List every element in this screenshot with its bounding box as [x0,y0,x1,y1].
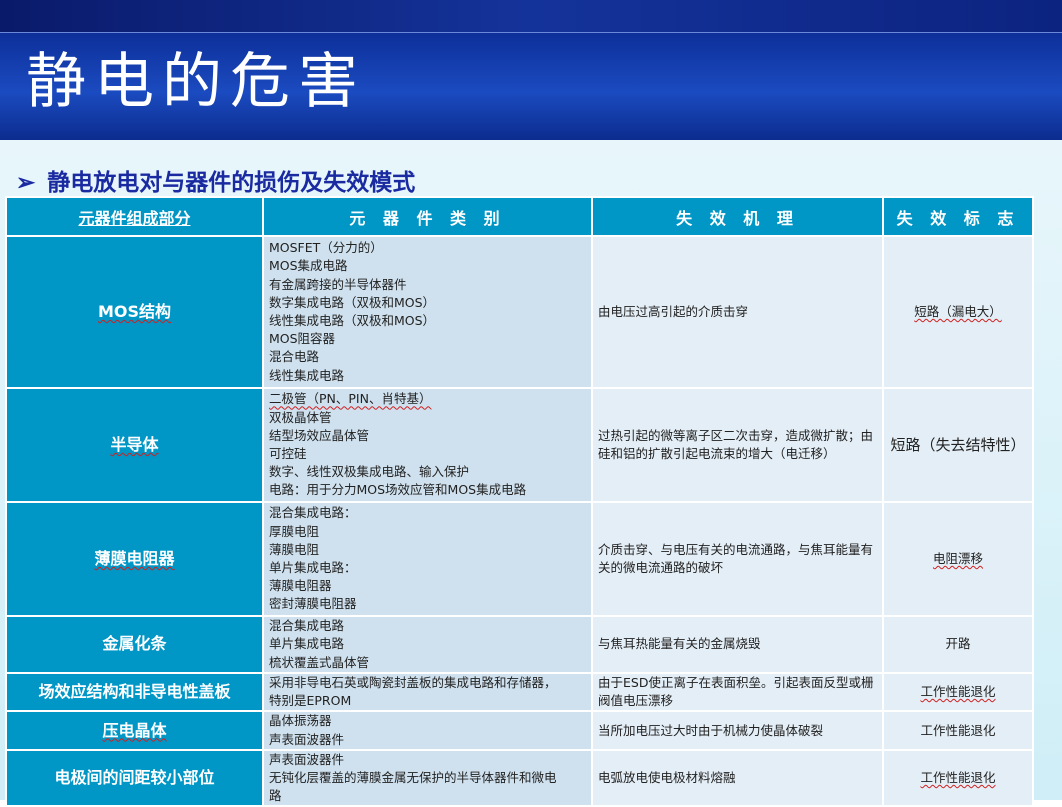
item-line: 混合集成电路： [269,505,357,521]
component-text: MOS结构 [97,301,172,321]
item-line: 二极管（PN、PIN、肖特基） [269,391,432,407]
table-row: 半导体 二极管（PN、PIN、肖特基） 双极晶体管 结型场效应晶体管 可控硅 数… [5,387,1034,503]
item-line: 线性集成电路 [269,367,345,383]
component-cell: 电极间的间距较小部位 [5,748,264,807]
failure-cell: 短路（漏电大） [882,235,1034,389]
table-row: 压电晶体 晶体振荡器 声表面波器件 当所加电压过大时由于机械力使晶体破裂 工作性… [5,710,1034,751]
item-line: 可控硅 [269,446,307,461]
component-text: 压电晶体 [102,720,167,740]
item-line: 声表面波器件 [269,731,345,747]
item-line: 密封薄膜电阻器 [269,596,357,612]
failure-cell: 工作性能退化 [882,710,1034,751]
item-line: MOS阻容器 [269,331,336,347]
table-header-row: 元器件组成部分 元 器 件 类 别 失 效 机 理 失 效 标 志 [5,196,1034,237]
slide-subtitle: ➢ 静电放电对与器件的损伤及失效模式 [16,163,415,197]
component-cell: 金属化条 [5,615,264,674]
header-component: 元器件组成部分 [5,196,264,237]
table-row: 薄膜电阻器 混合集成电路： 厚膜电阻 薄膜电阻 单片集成电路： 薄膜电阻器 密封… [5,501,1034,617]
subtitle-text: 静电放电对与器件的损伤及失效模式 [47,169,416,196]
item-line: 晶体振荡器 [269,713,332,729]
item-line: 双极晶体管 [269,409,332,425]
component-text: 薄膜电阻器 [94,548,175,568]
mechanism-cell: 由电压过高引起的介质击穿 [591,235,884,389]
item-line: 有金属跨接的半导体器件 [269,276,407,292]
item-line: 薄膜电阻 [269,541,320,557]
item-line: 数字、线性双极集成电路、输入保护 [269,464,470,480]
items-cell: 二极管（PN、PIN、肖特基） 双极晶体管 结型场效应晶体管 可控硅 数字、线性… [262,387,593,503]
item-line: 结型场效应晶体管 [269,427,370,443]
items-cell: 声表面波器件 无钝化层覆盖的薄膜金属无保护的半导体器件和微电 路 [262,748,593,807]
item-line: 电路：用于分力MOS场效应管和MOS集成电路 [269,482,527,498]
items-cell: 混合集成电路： 厚膜电阻 薄膜电阻 单片集成电路： 薄膜电阻器 密封薄膜电阻器 [262,501,593,617]
header-mechanism: 失 效 机 理 [591,196,884,237]
failure-text: 电阻漂移 [932,550,983,566]
failure-cell: 短路（失去结特性） [882,387,1034,503]
failure-mode-table: 元器件组成部分 元 器 件 类 别 失 效 机 理 失 效 标 志 MOS结构 … [5,196,1034,807]
failure-text: 工作性能退化 [920,770,996,786]
item-line: 混合电路 [269,349,320,365]
component-cell: 场效应结构和非导电性盖板 [5,671,264,713]
item-line: 数字集成电路（双极和MOS） [269,294,436,310]
failure-text: 工作性能退化 [920,684,996,700]
item-line: 薄膜电阻器 [269,578,332,594]
item-line: 厚膜电阻 [269,523,320,539]
item-line: 无钝化层覆盖的薄膜金属无保护的半导体器件和微电 [269,770,557,786]
header-failure: 失 效 标 志 [882,196,1034,237]
table-row: 金属化条 混合集成电路 单片集成电路 梳状覆盖式晶体管 与焦耳热能量有关的金属烧… [5,615,1034,674]
mechanism-cell: 过热引起的微等离子区二次击穿，造成微扩散；由硅和铝的扩散引起电流束的增大（电迁移… [591,387,884,503]
failure-text: 短路（漏电大） [914,303,1002,319]
mechanism-cell: 由于ESD使正离子在表面积垒。引起表面反型或栅阀值电压漂移 [591,671,884,713]
item-line: 梳状覆盖式晶体管 [269,654,370,670]
component-text: 半导体 [110,434,159,454]
items-cell: 晶体振荡器 声表面波器件 [262,710,593,751]
items-cell: MOSFET（分力的） MOS集成电路 有金属跨接的半导体器件 数字集成电路（双… [262,235,593,389]
component-cell: 半导体 [5,387,264,503]
component-cell: 薄膜电阻器 [5,501,264,617]
failure-cell: 电阻漂移 [882,501,1034,617]
slide-title: 静电的危害 [26,47,366,117]
item-line: 单片集成电路 [269,636,345,652]
items-cell: 混合集成电路 单片集成电路 梳状覆盖式晶体管 [262,615,593,674]
item-line: 混合集成电路 [269,618,345,634]
top-decor-band [0,0,1062,32]
mechanism-cell: 与焦耳热能量有关的金属烧毁 [591,615,884,674]
component-cell: MOS结构 [5,235,264,389]
item-line: 采用非导电石英或陶瓷封盖板的集成电路和存储器， [269,675,557,690]
mechanism-cell: 当所加电压过大时由于机械力使晶体破裂 [591,710,884,751]
failure-cell: 开路 [882,615,1034,674]
item-line: 特别是EPROM [269,693,352,709]
header-component-text: 元器件组成部分 [78,208,191,228]
failure-cell: 工作性能退化 [882,748,1034,807]
table-row: MOS结构 MOSFET（分力的） MOS集成电路 有金属跨接的半导体器件 数字… [5,235,1034,389]
table-row: 场效应结构和非导电性盖板 采用非导电石英或陶瓷封盖板的集成电路和存储器， 特别是… [5,671,1034,713]
table-row: 电极间的间距较小部位 声表面波器件 无钝化层覆盖的薄膜金属无保护的半导体器件和微… [5,748,1034,807]
item-line: 声表面波器件 [269,751,345,767]
failure-cell: 工作性能退化 [882,671,1034,713]
items-cell: 采用非导电石英或陶瓷封盖板的集成电路和存储器， 特别是EPROM [262,671,593,713]
arrow-bullet-icon: ➢ [16,169,36,196]
item-line: 线性集成电路（双极和MOS） [269,313,436,328]
mechanism-cell: 介质击穿、与电压有关的电流通路，与焦耳能量有关的微电流通路的破坏 [591,501,884,617]
item-line: MOSFET（分力的） [269,240,383,256]
item-line: MOS集成电路 [269,258,348,274]
item-line: 路 [269,788,282,804]
header-category: 元 器 件 类 别 [262,196,593,237]
component-cell: 压电晶体 [5,710,264,751]
item-line: 单片集成电路： [269,560,357,575]
mechanism-cell: 电弧放电使电极材料熔融 [591,748,884,807]
